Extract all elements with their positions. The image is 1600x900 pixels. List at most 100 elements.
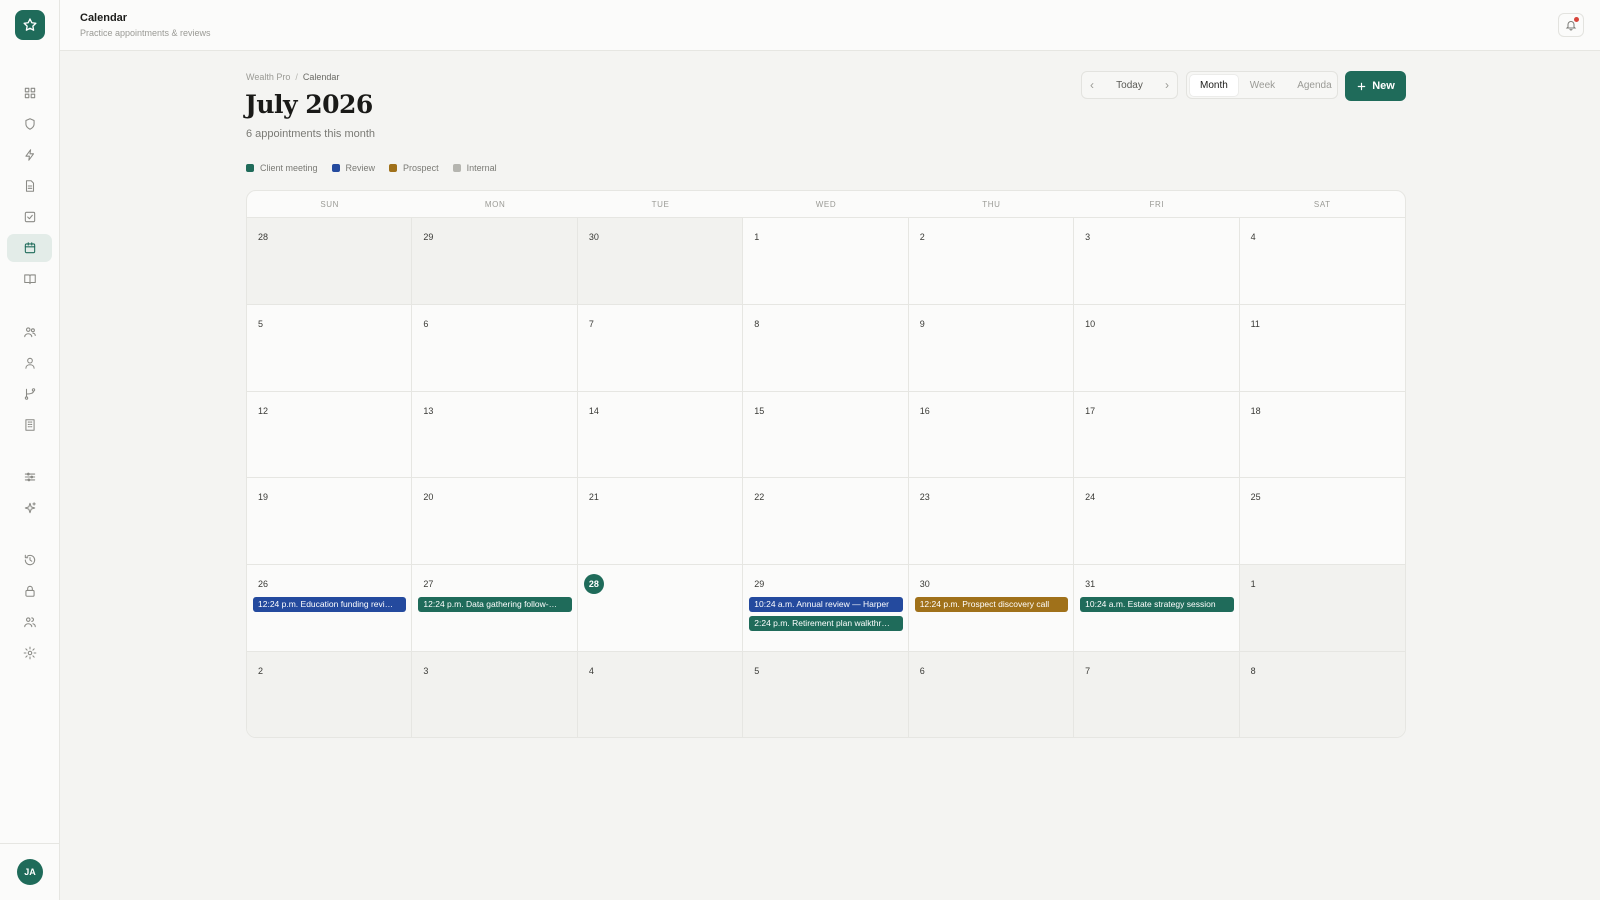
sidebar-item-documents[interactable] — [7, 172, 52, 200]
sidebar-item-calendar[interactable] — [7, 234, 52, 262]
building-icon — [24, 419, 35, 431]
chevron-right-icon[interactable]: › — [1165, 78, 1169, 92]
day-cell[interactable]: 23 — [908, 478, 1075, 566]
day-cell[interactable]: 3 — [1074, 218, 1240, 305]
sidebar-item-ai[interactable] — [7, 494, 52, 522]
sidebar-item-workflows[interactable] — [7, 380, 52, 408]
day-cell[interactable]: 20 — [412, 478, 578, 566]
view-agenda-button[interactable]: Agenda — [1287, 75, 1341, 96]
day-number: 6 — [919, 665, 925, 676]
day-cell[interactable]: 28 — [247, 218, 413, 305]
sidebar-item-tasks[interactable] — [7, 203, 52, 231]
day-cell[interactable]: 12 — [247, 391, 413, 479]
event-chip[interactable]: 2:24 p.m. Retirement plan walkthr… — [749, 616, 903, 632]
day-cell[interactable]: 5 — [743, 651, 909, 737]
day-number: 30 — [588, 232, 599, 242]
day-cell[interactable]: 1 — [743, 218, 909, 305]
sidebar-item-activity[interactable] — [7, 141, 52, 169]
sidebar-divider — [0, 843, 60, 844]
day-cell[interactable]: 15 — [743, 391, 909, 479]
day-cell[interactable]: 2 — [908, 218, 1075, 305]
day-number: 8 — [754, 318, 760, 329]
day-cell[interactable]: 3 — [412, 651, 578, 737]
app-logo[interactable] — [15, 10, 45, 40]
day-cell[interactable]: 30 — [577, 218, 744, 305]
day-number: 14 — [588, 405, 599, 416]
day-cell[interactable]: 27 12:24 p.m. Data gathering follow-… — [412, 565, 578, 652]
day-number: 10 — [1085, 318, 1096, 329]
day-number: 4 — [588, 665, 594, 676]
day-cell[interactable]: 13 — [412, 391, 578, 479]
day-number: 3 — [1085, 232, 1091, 242]
users-icon — [23, 327, 36, 338]
day-cell[interactable]: 28 — [577, 565, 744, 652]
user-icon — [24, 357, 35, 369]
sidebar-item-compliance[interactable] — [7, 110, 52, 138]
day-cell[interactable]: 6 — [908, 651, 1075, 737]
sidebar-item-clients[interactable] — [7, 318, 52, 346]
notifications-button[interactable] — [1558, 13, 1584, 37]
day-cell[interactable]: 29 10:24 a.m. Annual review — Harper 2:24 … — [743, 565, 909, 652]
sidebar-item-firms[interactable] — [7, 411, 52, 439]
new-appointment-button[interactable]: New — [1345, 71, 1406, 101]
day-cell[interactable]: 17 — [1074, 391, 1240, 479]
day-cell[interactable]: 6 — [412, 304, 578, 392]
day-cell[interactable]: 11 — [1239, 305, 1405, 392]
day-cell[interactable]: 29 — [412, 218, 578, 305]
day-cell[interactable]: 18 — [1239, 392, 1405, 479]
day-cell[interactable]: 2 — [247, 651, 413, 737]
day-cell[interactable]: 1 — [1239, 565, 1405, 652]
sidebar: JA — [0, 0, 60, 900]
event-chip[interactable]: 12:24 p.m. Education funding revi… — [253, 597, 407, 613]
day-cell[interactable]: 31 10:24 a.m. Estate strategy session — [1074, 565, 1240, 652]
day-cell[interactable]: 26 12:24 p.m. Education funding revi… — [247, 565, 413, 652]
lock-icon — [24, 585, 35, 597]
weekday-label: THU — [982, 200, 1001, 209]
today-button[interactable]: Today — [1116, 80, 1143, 91]
day-number: 5 — [754, 665, 760, 676]
day-cell[interactable]: 16 — [908, 391, 1075, 479]
view-month-button[interactable]: Month — [1190, 74, 1238, 96]
day-number: 12 — [258, 405, 269, 416]
sidebar-item-settings[interactable] — [7, 639, 52, 667]
day-number: 29 — [754, 579, 765, 590]
sidebar-item-filters[interactable] — [7, 463, 52, 491]
event-chip[interactable]: 12:24 p.m. Prospect discovery call — [914, 597, 1069, 613]
day-number: 4 — [1250, 232, 1256, 242]
day-cell[interactable]: 4 — [1239, 218, 1405, 305]
sidebar-item-history[interactable] — [7, 546, 52, 574]
breadcrumb-root[interactable]: Wealth Pro — [246, 72, 290, 82]
gear-icon — [23, 646, 36, 660]
day-cell[interactable]: 30 12:24 p.m. Prospect discovery call — [908, 565, 1075, 652]
day-cell[interactable]: 10 — [1074, 304, 1240, 392]
breadcrumb: Wealth Pro / Calendar — [246, 72, 339, 82]
day-cell[interactable]: 7 — [577, 304, 744, 392]
sidebar-item-dashboard[interactable] — [7, 79, 52, 107]
day-cell[interactable]: 9 — [908, 304, 1075, 392]
day-cell[interactable]: 21 — [577, 478, 744, 566]
day-cell[interactable]: 7 — [1074, 651, 1240, 737]
sidebar-item-library[interactable] — [7, 265, 52, 293]
sidebar-item-team[interactable] — [7, 608, 52, 636]
day-cell[interactable]: 14 — [577, 391, 744, 479]
day-cell[interactable]: 19 — [247, 478, 413, 566]
avatar[interactable]: JA — [17, 859, 43, 885]
event-chip[interactable]: 12:24 p.m. Data gathering follow-… — [418, 597, 572, 613]
view-week-button[interactable]: Week — [1240, 75, 1285, 96]
day-cell[interactable]: 8 — [1239, 651, 1405, 737]
topbar-subtitle: Practice appointments & reviews — [80, 28, 211, 38]
sidebar-item-contacts[interactable] — [7, 349, 52, 377]
day-cell[interactable]: 5 — [247, 304, 413, 392]
day-cell[interactable]: 24 — [1074, 478, 1240, 566]
day-cell[interactable]: 25 — [1239, 478, 1405, 566]
sidebar-item-security[interactable] — [7, 577, 52, 605]
chevron-left-icon[interactable]: ‹ — [1090, 78, 1094, 92]
day-cell[interactable]: 4 — [577, 651, 744, 737]
legend-swatch — [452, 164, 461, 172]
day-number: 26 — [258, 579, 269, 590]
event-chip[interactable]: 10:24 a.m. Estate strategy session — [1080, 597, 1234, 613]
day-cell[interactable]: 8 — [743, 304, 909, 392]
event-chip[interactable]: 10:24 a.m. Annual review — Harper — [749, 597, 903, 613]
legend: Client meeting Review Prospect Internal — [246, 163, 497, 173]
day-cell[interactable]: 22 — [743, 478, 909, 566]
